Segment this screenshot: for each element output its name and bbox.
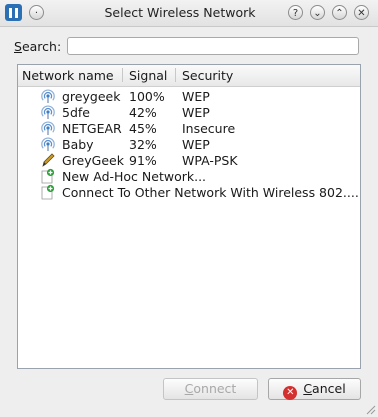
search-input[interactable] <box>67 37 359 55</box>
network-name: Baby <box>62 137 94 152</box>
network-name: New Ad-Hoc Network... <box>62 169 207 184</box>
network-security: WPA-PSK <box>182 153 238 168</box>
wifi-signal-icon <box>41 88 55 104</box>
wifi-signal-icon <box>41 120 55 136</box>
network-row[interactable]: Connect To Other Network With Wireless 8… <box>18 184 360 200</box>
network-row[interactable]: GreyGeek 91% WPA-PSK <box>18 152 360 168</box>
minimize-button[interactable]: ⌄ <box>310 5 325 20</box>
cancel-label: Cancel <box>303 381 346 396</box>
network-row[interactable]: 5dfe 42% WEP <box>18 104 360 120</box>
network-security: Insecure <box>182 121 236 136</box>
network-security: WEP <box>182 105 210 120</box>
network-signal: 42% <box>129 105 157 120</box>
network-name: 5dfe <box>62 105 90 120</box>
search-label: Search: <box>14 39 62 54</box>
network-signal: 45% <box>129 121 157 136</box>
network-row[interactable]: New Ad-Hoc Network... <box>18 168 360 184</box>
network-row[interactable]: Baby 32% WEP <box>18 136 360 152</box>
window-menu-button[interactable]: · <box>29 5 44 20</box>
cancel-button[interactable]: ✕ Cancel <box>268 378 361 400</box>
add-document-icon <box>41 184 55 200</box>
network-name: GreyGeek <box>62 153 124 168</box>
network-name: Connect To Other Network With Wireless 8… <box>62 185 359 200</box>
cancel-icon: ✕ <box>283 386 298 400</box>
wifi-signal-icon <box>41 104 55 120</box>
add-document-icon <box>41 168 55 184</box>
app-icon <box>5 4 22 21</box>
network-row[interactable]: NETGEAR 45% Insecure <box>18 120 360 136</box>
list-header: Network name Signal Security <box>18 65 360 87</box>
column-header-signal[interactable]: Signal <box>129 68 167 83</box>
column-header-network-name[interactable]: Network name <box>22 68 114 83</box>
title-bar: · Select Wireless Network ? ⌄ ⌃ ✕ <box>0 0 378 27</box>
help-button[interactable]: ? <box>288 5 303 20</box>
wifi-signal-icon <box>41 136 55 152</box>
network-security: WEP <box>182 89 210 104</box>
network-list[interactable]: Network name Signal Security greygeek 100… <box>17 64 361 369</box>
network-row[interactable]: greygeek 100% WEP <box>18 88 360 104</box>
network-security: WEP <box>182 137 210 152</box>
connect-label: Connect <box>184 381 237 396</box>
maximize-button[interactable]: ⌃ <box>332 5 347 20</box>
resize-grip-icon[interactable] <box>366 405 376 415</box>
network-signal: 100% <box>129 89 165 104</box>
network-signal: 32% <box>129 137 157 152</box>
close-button[interactable]: ✕ <box>354 5 369 20</box>
window-title: Select Wireless Network <box>104 5 256 20</box>
network-name: greygeek <box>62 89 121 104</box>
network-name: NETGEAR <box>62 121 122 136</box>
network-signal: 91% <box>129 153 157 168</box>
column-header-security[interactable]: Security <box>182 68 233 83</box>
connect-button[interactable]: Connect <box>163 378 258 400</box>
edit-pencil-icon <box>41 152 55 168</box>
